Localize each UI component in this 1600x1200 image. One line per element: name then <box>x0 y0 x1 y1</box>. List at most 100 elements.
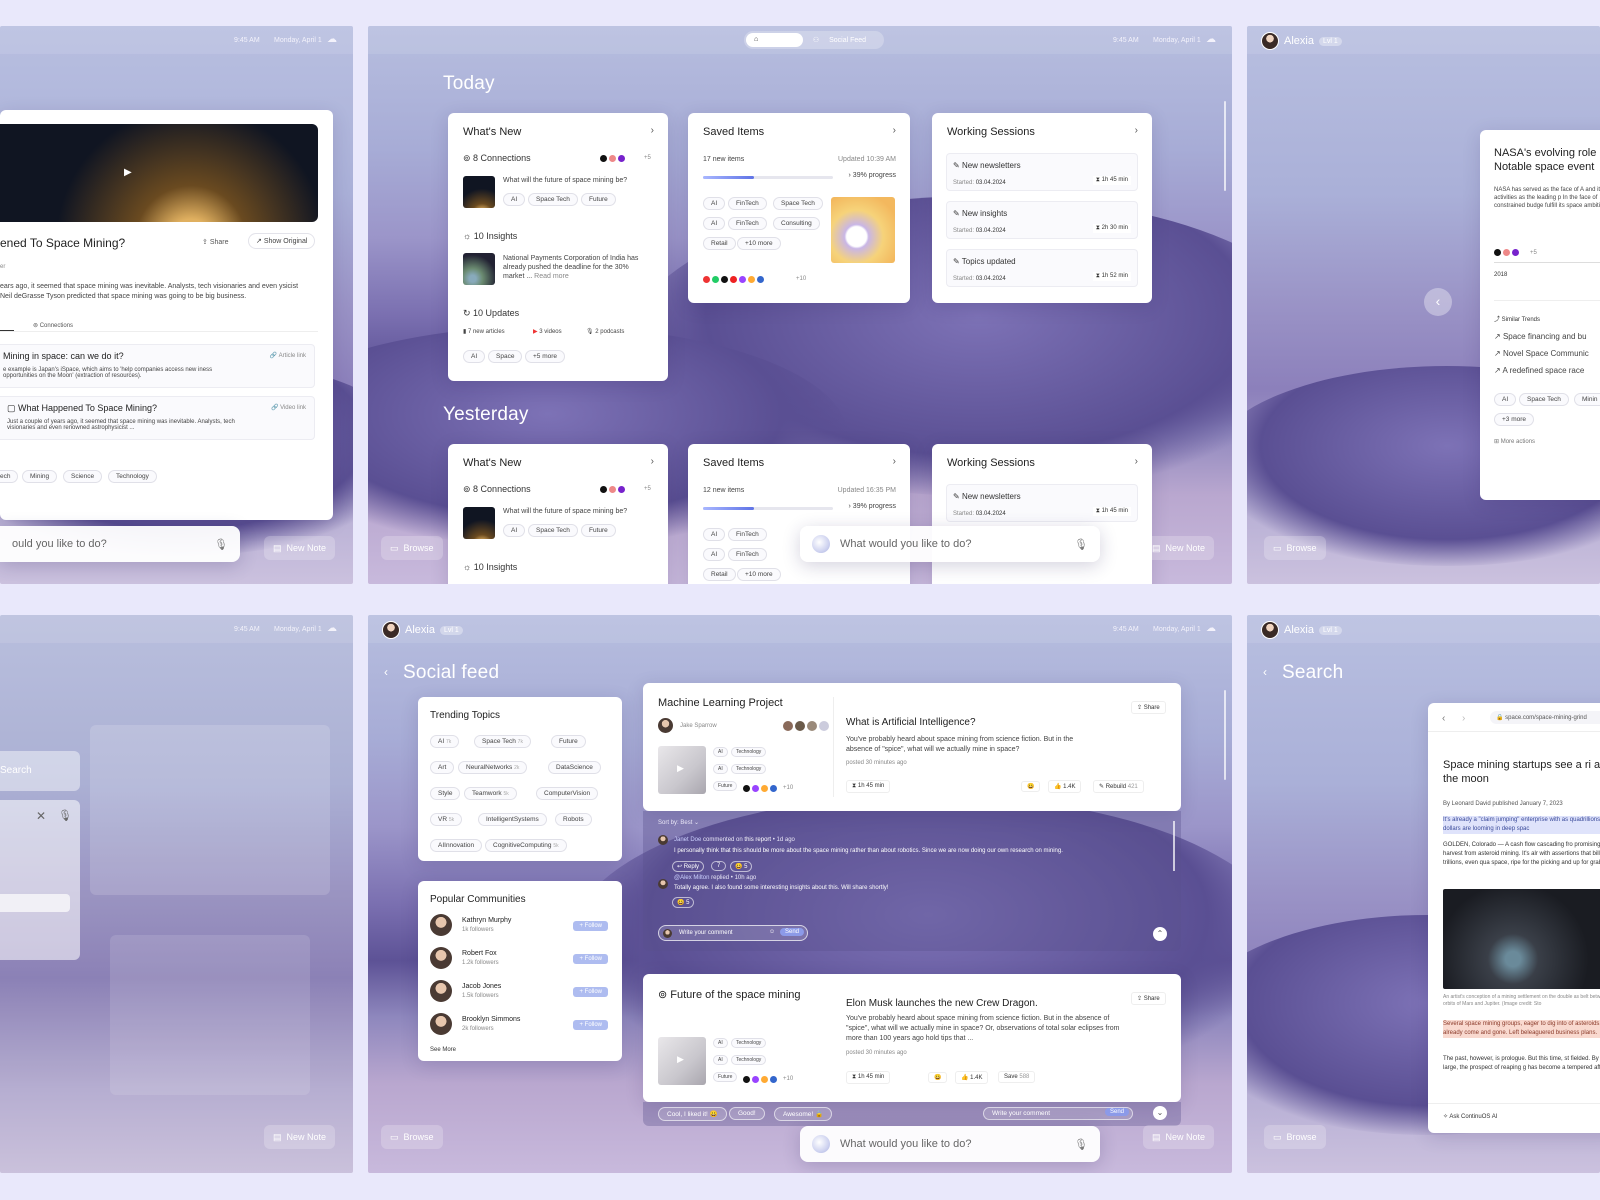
tag[interactable]: Technology <box>108 470 157 483</box>
tag[interactable]: FinTech <box>728 217 767 230</box>
saved-items-card[interactable]: Saved Items › 17 new items Updated 10:39… <box>688 113 910 303</box>
connection-thumbnail[interactable] <box>463 176 495 208</box>
avatar[interactable] <box>382 621 400 639</box>
session-row[interactable]: ✎ New newsletters Started: 03.04.2024 ⧗ … <box>946 484 1138 522</box>
save-button[interactable]: Save 588 <box>998 1071 1036 1083</box>
tag[interactable]: AI <box>703 548 726 561</box>
tab-social-feed[interactable]: ⚇ Social Feed <box>805 33 882 47</box>
tag[interactable]: Technology <box>731 1038 767 1048</box>
topic-tag[interactable]: CognitiveComputing 5k <box>485 839 567 852</box>
user-badge[interactable]: Alexia Lvl 1 <box>1261 621 1342 639</box>
tag[interactable]: Space Tech <box>1519 393 1569 406</box>
topic-tag[interactable]: AIInnovation <box>430 839 483 852</box>
scrollbar[interactable] <box>1224 690 1226 780</box>
session-row[interactable]: ✎ New newsletters Started: 03.04.2024 ⧗ … <box>946 153 1138 191</box>
close-icon[interactable]: ✕ <box>36 809 46 823</box>
video-thumbnail[interactable] <box>0 124 318 222</box>
connection-thumbnail[interactable] <box>463 507 495 539</box>
tag[interactable]: Future <box>713 781 738 791</box>
chevron-right-icon[interactable]: › <box>893 456 896 467</box>
topic-tag[interactable]: Style <box>430 787 461 800</box>
back-chevron-icon[interactable]: ‹ <box>384 665 388 679</box>
microphone-icon[interactable]: 🎙 <box>1074 1138 1088 1151</box>
browse-button[interactable]: ▭ Browse <box>1264 1125 1326 1149</box>
quick-reply[interactable]: Good! <box>729 1107 765 1120</box>
new-note-button[interactable]: ▤ New Note <box>1143 1125 1215 1149</box>
prompt-bar[interactable]: What would you like to do? 🎙 <box>800 1126 1100 1162</box>
emoji-icon[interactable]: ☺ <box>769 929 775 935</box>
ask-ai-button[interactable]: ✧ Ask ContinuOS AI <box>1443 1113 1497 1120</box>
avatar[interactable] <box>1261 32 1279 50</box>
back-chevron-icon[interactable]: ‹ <box>1263 665 1267 679</box>
avatar[interactable] <box>430 914 452 936</box>
saved-items-card[interactable]: Saved Items › 12 new items Updated 16:35… <box>688 444 910 584</box>
send-button[interactable]: Send <box>780 928 805 936</box>
tag[interactable]: AI <box>463 350 486 363</box>
avatar[interactable] <box>1261 621 1279 639</box>
rebuild-button[interactable]: ✎ Rebuild 421 <box>1093 780 1144 793</box>
reply-button[interactable]: ↩ Reply <box>672 861 705 872</box>
article-image[interactable] <box>1443 889 1600 989</box>
topic-tag[interactable]: Robots <box>555 813 592 826</box>
tag[interactable]: Retail <box>703 237 736 250</box>
user-badge[interactable]: Alexia Lvl 1 <box>1261 32 1342 50</box>
play-icon[interactable]: ▶ <box>677 763 684 774</box>
tag[interactable]: FinTech <box>728 197 767 210</box>
quick-reply[interactable]: Awesome! 🔒 <box>774 1107 833 1121</box>
tag[interactable]: AI <box>713 1038 728 1048</box>
chevron-right-icon[interactable]: › <box>893 125 896 136</box>
back-button[interactable]: ‹ <box>1424 288 1452 316</box>
tag[interactable]: FinTech <box>728 528 767 541</box>
session-row[interactable]: ✎ Topics updated Started: 03.04.2024 ⧗ 1… <box>946 249 1138 287</box>
avatar[interactable] <box>658 879 668 889</box>
microphone-icon[interactable]: 🎙 <box>1074 538 1088 551</box>
see-more-link[interactable]: See More <box>430 1047 456 1053</box>
browse-button[interactable]: ▭ Browse <box>381 536 443 560</box>
topic-tag[interactable]: DataScience <box>548 761 601 774</box>
avatar[interactable] <box>430 1013 452 1035</box>
tag[interactable]: AI <box>713 764 728 774</box>
follow-button[interactable]: + Follow <box>573 954 608 964</box>
prompt-bar[interactable]: What would you like to do? 🎙 <box>800 526 1100 562</box>
tag[interactable]: AI <box>703 217 726 230</box>
expand-icon[interactable]: ⌄ <box>1153 1106 1167 1120</box>
tag[interactable]: AI <box>713 747 728 757</box>
emoji-reaction[interactable]: 😀 5 <box>672 897 695 908</box>
tag[interactable]: Science <box>63 470 103 483</box>
chevron-right-icon[interactable]: › <box>651 456 654 467</box>
emoji-reaction[interactable]: 😀 5 <box>730 861 753 872</box>
like-button[interactable]: 👍 1.4K <box>955 1071 989 1084</box>
tag[interactable]: Future <box>581 193 616 206</box>
search-header[interactable]: Search <box>0 751 80 791</box>
tab-connections[interactable]: ⊚ Connections <box>33 322 73 329</box>
new-note-button[interactable]: ▤ New Note <box>1143 536 1215 560</box>
tag[interactable]: AI <box>703 197 726 210</box>
tag[interactable]: FinTech <box>728 548 767 561</box>
comments-scrollbar[interactable] <box>1173 821 1175 871</box>
session-row[interactable]: ✎ New insights Started: 03.04.2024 ⧗ 2h … <box>946 201 1138 239</box>
follow-button[interactable]: + Follow <box>573 987 608 997</box>
working-sessions-card[interactable]: Working Sessions › ✎ New newsletters Sta… <box>932 113 1152 303</box>
connection-item[interactable]: Mining in space: can we do it? 🔗 Article… <box>0 344 315 388</box>
show-original-button[interactable]: ↗ Show Original <box>248 233 316 249</box>
collapse-icon[interactable]: ⌃ <box>1153 927 1167 941</box>
whats-new-card[interactable]: What's New › ⊚ 8 Connections +5 What wil… <box>448 113 668 381</box>
read-more-link[interactable]: Read more <box>534 273 569 280</box>
nav-back-icon[interactable]: ‹ <box>1442 713 1445 724</box>
topic-tag[interactable]: Space Tech 7k <box>474 735 531 748</box>
tag[interactable]: AI <box>703 528 726 541</box>
user-badge[interactable]: Alexia Lvl 1 <box>382 621 463 639</box>
chevron-right-icon[interactable]: › <box>651 125 654 136</box>
tag[interactable]: +3 more <box>1494 413 1535 426</box>
like-button[interactable]: 👍 1.4K <box>1048 780 1082 793</box>
share-button[interactable]: ⇪ Share <box>1131 992 1166 1005</box>
insight-thumbnail[interactable] <box>463 253 495 285</box>
send-button[interactable]: Send <box>1105 1108 1130 1116</box>
tab-home[interactable]: ⌂ Home <box>746 33 803 47</box>
tag[interactable]: Future <box>713 1072 738 1082</box>
whats-new-card[interactable]: What's New › ⊚ 8 Connections +5 What wil… <box>448 444 668 584</box>
tag[interactable]: Space Tech <box>528 524 578 537</box>
topic-tag[interactable]: Future <box>551 735 586 748</box>
topic-tag[interactable]: IntelligentSystems <box>478 813 547 826</box>
tag[interactable]: Technology <box>731 747 767 757</box>
